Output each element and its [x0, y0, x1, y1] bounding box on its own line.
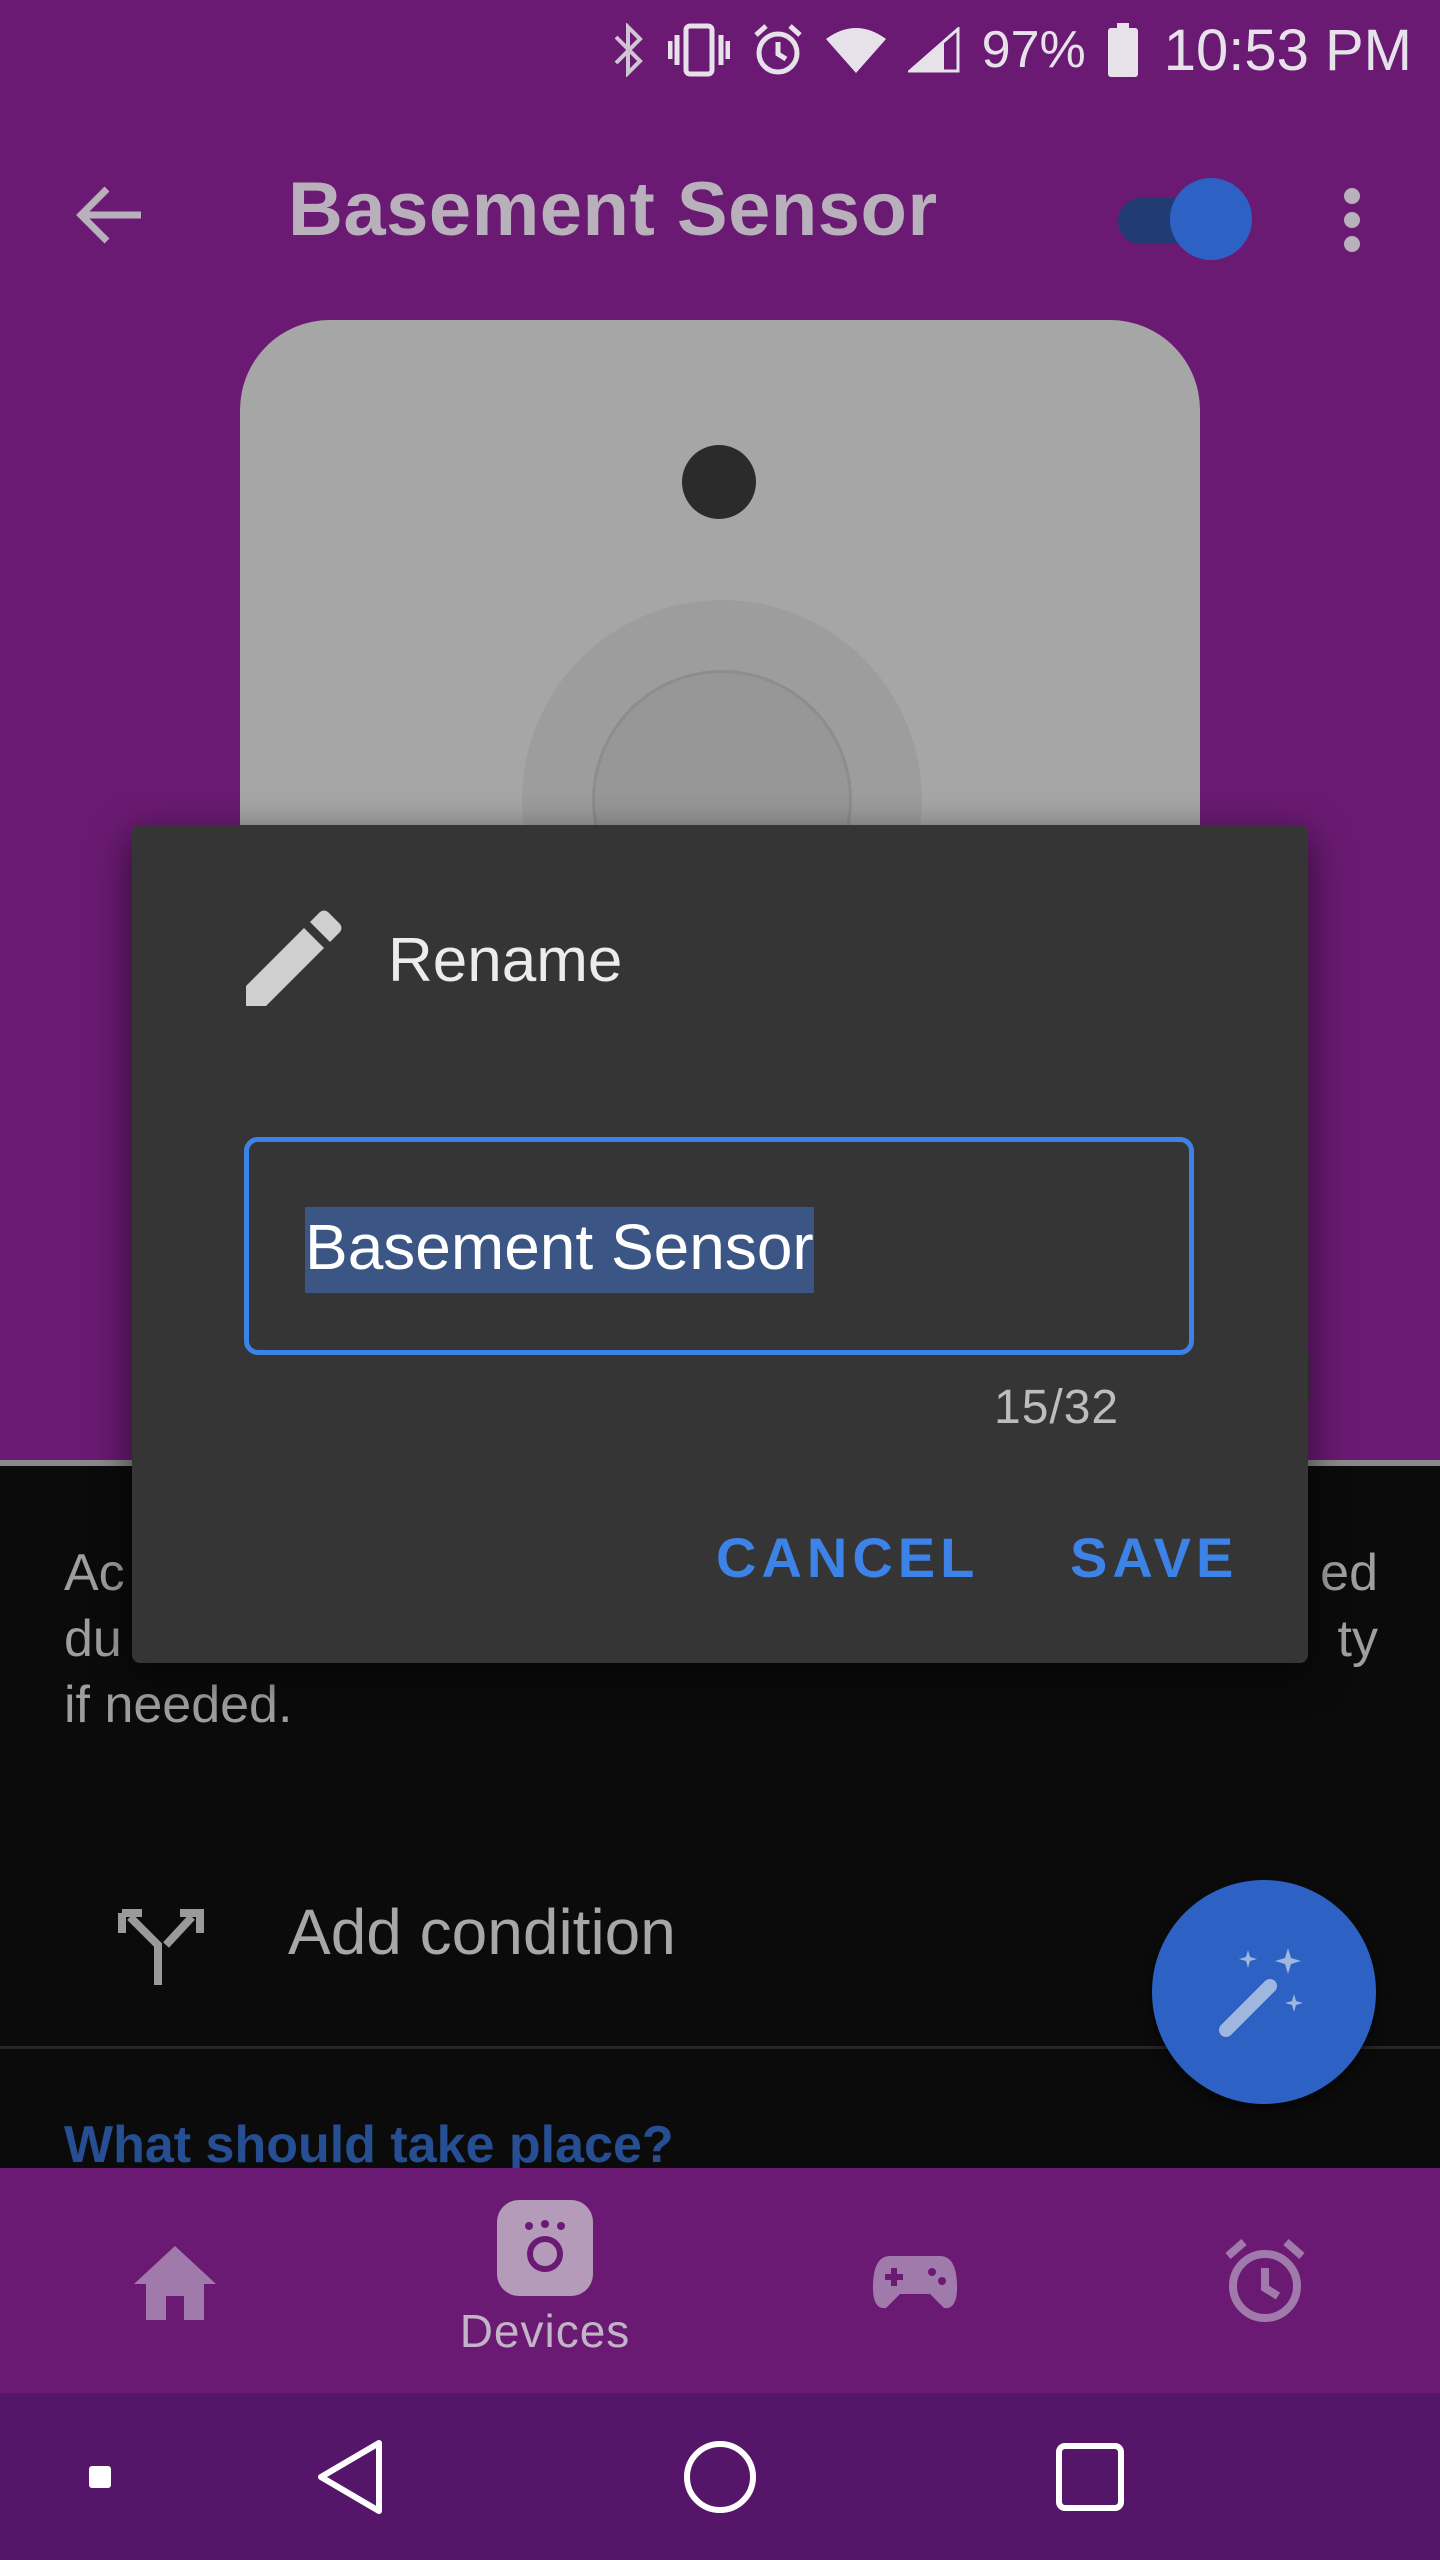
- bluetooth-icon: [612, 23, 646, 77]
- system-home-button[interactable]: [680, 2393, 760, 2560]
- signal-icon: [907, 27, 960, 73]
- back-button[interactable]: [60, 170, 160, 260]
- circle-home-icon: [684, 2440, 756, 2513]
- name-input-value: Basement Sensor: [305, 1207, 814, 1293]
- system-back-button[interactable]: [310, 2393, 390, 2560]
- enabled-toggle[interactable]: [1118, 170, 1252, 266]
- cancel-button[interactable]: CANCEL: [716, 1525, 979, 1590]
- magic-wand-fab[interactable]: [1152, 1880, 1376, 2104]
- nav-home[interactable]: [120, 2168, 230, 2393]
- description-line-3: if needed.: [64, 1676, 293, 1734]
- description-left-2: du: [64, 1610, 122, 1668]
- description-left-1: Ac: [64, 1544, 125, 1602]
- description-right-1: ed: [1320, 1544, 1378, 1602]
- rename-dialog: Rename Basement Sensor 15/32 CANCEL SAVE: [132, 825, 1308, 1663]
- nav-alarms[interactable]: [1210, 2168, 1320, 2393]
- clock-time: 10:53 PM: [1163, 17, 1412, 83]
- system-navigation-bar: [0, 2393, 1440, 2560]
- bottom-navigation: Devices: [0, 2168, 1440, 2393]
- character-counter: 15/32: [994, 1381, 1120, 1434]
- toggle-thumb: [1170, 178, 1252, 260]
- app-bar: Basement Sensor: [0, 130, 1440, 290]
- section-heading: What should take place?: [64, 2116, 674, 2174]
- home-icon: [132, 2244, 218, 2325]
- vibrate-icon: [667, 23, 730, 77]
- more-options-button[interactable]: [1320, 175, 1384, 265]
- devices-icon: [497, 2200, 593, 2296]
- notification-dot-button[interactable]: [80, 2393, 120, 2560]
- save-button[interactable]: SAVE: [1070, 1525, 1238, 1590]
- triangle-back-icon: [318, 2439, 382, 2514]
- alarm-clock-icon: [1222, 2238, 1308, 2329]
- more-vert-icon: [1344, 188, 1360, 252]
- system-recents-button[interactable]: [1050, 2393, 1130, 2560]
- name-input[interactable]: Basement Sensor: [244, 1137, 1194, 1355]
- magic-wand-icon: [1219, 1948, 1303, 2037]
- battery-icon: [1107, 23, 1138, 77]
- call-split-icon: [118, 1903, 204, 1989]
- alarm-icon: [752, 23, 804, 77]
- add-condition-label: Add condition: [288, 1896, 676, 1968]
- status-bar: 97% 10:53 PM: [0, 0, 1440, 100]
- square-recents-icon: [1056, 2442, 1124, 2511]
- dialog-title: Rename: [388, 926, 623, 995]
- nav-devices-label: Devices: [459, 2305, 631, 2357]
- wifi-icon: [825, 27, 886, 73]
- square-dot-icon: [89, 2465, 111, 2488]
- device-illustration: [240, 320, 1200, 880]
- gamepad-icon: [872, 2254, 958, 2315]
- nav-devices[interactable]: Devices: [430, 2168, 660, 2393]
- arrow-back-icon: [76, 186, 141, 244]
- sensor-lens: [682, 445, 756, 519]
- description-right-2: ty: [1337, 1610, 1378, 1668]
- page-title: Basement Sensor: [288, 167, 938, 252]
- pencil-icon: [242, 910, 342, 1010]
- nav-games[interactable]: [860, 2168, 970, 2393]
- battery-percent: 97%: [981, 21, 1086, 79]
